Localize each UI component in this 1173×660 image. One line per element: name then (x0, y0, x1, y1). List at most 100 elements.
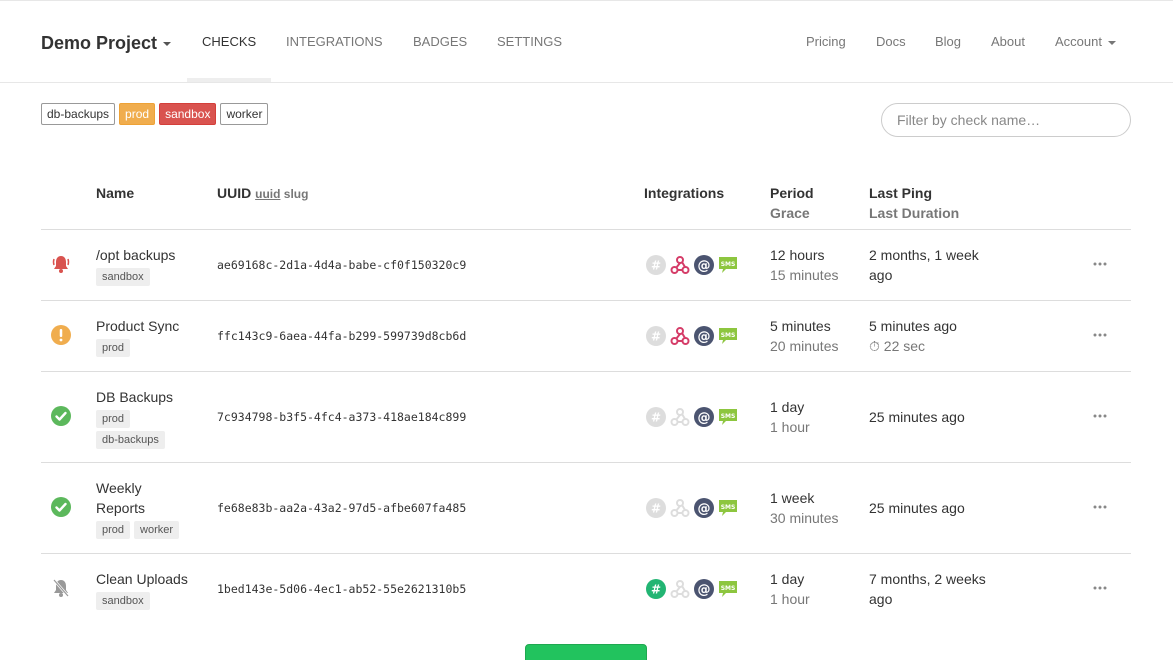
check-name-cell[interactable]: Clean Uploads sandbox (96, 569, 206, 610)
tag-filter-bar: db-backups prod sandbox worker (41, 103, 269, 125)
check-uuid[interactable]: 1bed143e-5d06-4ec1-ab52-55e2621310b5 (217, 582, 466, 596)
check-uuid[interactable]: 7c934798-b3f5-4fc4-a373-418ae184c899 (217, 410, 466, 424)
integrations-cell: # @ SMS (646, 498, 738, 518)
slack-icon[interactable]: # (646, 407, 666, 427)
more-options-icon[interactable] (1092, 329, 1108, 341)
last-ping-cell[interactable]: 2 months, 1 week ago (869, 245, 999, 285)
grace-header: Grace (770, 205, 810, 221)
column-header-integrations: Integrations (644, 185, 725, 201)
period-cell[interactable]: 12 hours 15 minutes (770, 245, 838, 285)
tag-filter-prod[interactable]: prod (119, 103, 156, 125)
sms-icon[interactable]: SMS (718, 579, 738, 599)
svg-text:@: @ (698, 411, 711, 426)
sms-icon[interactable]: SMS (718, 498, 738, 518)
svg-text:SMS: SMS (721, 332, 736, 339)
tag-filter-sandbox[interactable]: sandbox (159, 103, 217, 125)
check-name-cell[interactable]: /opt backups sandbox (96, 245, 206, 286)
sms-icon[interactable]: SMS (718, 407, 738, 427)
period-cell[interactable]: 1 day 1 hour (770, 569, 810, 609)
check-name-cell[interactable]: DB Backups prod db-backups (96, 387, 206, 449)
check-uuid[interactable]: ffc143c9-6aea-44fa-b299-599739d8cb6d (217, 329, 466, 343)
grace-value: 20 minutes (770, 338, 839, 354)
tab-badges[interactable]: BADGES (413, 1, 467, 82)
last-ping-value: 5 minutes ago (869, 318, 957, 334)
check-tag: db-backups (96, 431, 165, 449)
email-icon[interactable]: @ (694, 255, 714, 275)
webhook-icon[interactable] (670, 579, 690, 599)
check-name-cell[interactable]: Weekly Reports prod worker (96, 478, 183, 539)
last-ping-header: Last Ping (869, 185, 933, 201)
period-cell[interactable]: 1 day 1 hour (770, 397, 810, 437)
integrations-cell: # @ SMS (646, 579, 738, 599)
table-divider (41, 300, 1131, 301)
project-name: Demo Project (41, 33, 158, 53)
svg-text:SMS: SMS (721, 504, 736, 511)
email-icon[interactable]: @ (694, 326, 714, 346)
webhook-icon[interactable] (670, 407, 690, 427)
svg-text:#: # (651, 583, 661, 597)
check-uuid[interactable]: fe68e83b-aa2a-43a2-97d5-afbe607fa485 (217, 501, 466, 515)
check-name: Product Sync (96, 318, 180, 334)
tab-checks[interactable]: CHECKS (186, 1, 272, 82)
check-tag: prod (96, 410, 131, 428)
account-label: Account (1055, 34, 1102, 49)
svg-text:@: @ (698, 502, 711, 517)
slack-icon[interactable]: # (646, 255, 666, 275)
navbar: Demo Project CHECKS INTEGRATIONS BADGES … (0, 1, 1173, 83)
table-divider (41, 371, 1131, 372)
check-uuid[interactable]: ae69168c-2d1a-4d4a-babe-cf0f150320c9 (217, 258, 466, 272)
email-icon[interactable]: @ (694, 498, 714, 518)
account-menu[interactable]: Account (1055, 1, 1116, 82)
nav-link-docs[interactable]: Docs (876, 1, 906, 82)
search-input[interactable] (881, 103, 1131, 137)
tag-filter-worker[interactable]: worker (220, 103, 269, 125)
uuid-toggle[interactable]: uuid (255, 187, 280, 201)
integrations-cell: # @ SMS (646, 326, 738, 346)
add-check-button[interactable] (525, 644, 647, 660)
period-cell[interactable]: 5 minutes 20 minutes (770, 316, 838, 356)
sms-icon[interactable]: SMS (718, 326, 738, 346)
slack-icon[interactable]: # (646, 326, 666, 346)
check-name: Clean Uploads (96, 571, 188, 587)
last-ping-cell[interactable]: 25 minutes ago (869, 407, 999, 427)
last-ping-cell[interactable]: 5 minutes ago ⏱ 22 sec (869, 316, 999, 356)
webhook-icon[interactable] (670, 326, 690, 346)
last-ping-value: 25 minutes ago (869, 409, 965, 425)
check-tag: worker (134, 521, 180, 539)
slack-icon[interactable]: # (646, 498, 666, 518)
last-ping-cell[interactable]: 7 months, 2 weeks ago (869, 569, 999, 609)
email-icon[interactable]: @ (694, 407, 714, 427)
svg-text:#: # (651, 411, 661, 425)
slack-icon[interactable]: # (646, 579, 666, 599)
more-options-icon[interactable] (1092, 258, 1108, 270)
check-name: Weekly Reports (96, 480, 146, 516)
svg-text:#: # (651, 502, 661, 516)
project-selector[interactable]: Demo Project (41, 33, 172, 54)
last-ping-cell[interactable]: 25 minutes ago (869, 498, 999, 518)
webhook-icon[interactable] (670, 255, 690, 275)
more-options-icon[interactable] (1092, 410, 1108, 422)
period-value: 12 hours (770, 247, 825, 263)
email-icon[interactable]: @ (694, 579, 714, 599)
tab-integrations[interactable]: INTEGRATIONS (286, 1, 383, 82)
nav-link-pricing[interactable]: Pricing (806, 1, 846, 82)
sms-icon[interactable]: SMS (718, 255, 738, 275)
tab-settings[interactable]: SETTINGS (497, 1, 562, 82)
period-cell[interactable]: 1 week 30 minutes (770, 488, 838, 528)
more-options-icon[interactable] (1092, 582, 1108, 594)
column-header-uuid: UUID uuid slug (217, 183, 308, 204)
svg-text:@: @ (698, 330, 711, 345)
svg-text:SMS: SMS (721, 261, 736, 268)
more-options-icon[interactable] (1092, 501, 1108, 513)
check-name-cell[interactable]: Product Sync prod (96, 316, 206, 357)
tag-filter-db-backups[interactable]: db-backups (41, 103, 116, 125)
period-value: 1 week (770, 490, 815, 506)
slug-toggle[interactable]: slug (284, 187, 309, 201)
webhook-icon[interactable] (670, 498, 690, 518)
integrations-cell: # @ SMS (646, 407, 738, 427)
bell-off-icon (53, 579, 69, 597)
grace-value: 1 hour (770, 591, 810, 607)
chevron-down-icon (1107, 40, 1116, 45)
nav-link-blog[interactable]: Blog (935, 1, 961, 82)
nav-link-about[interactable]: About (991, 1, 1025, 82)
